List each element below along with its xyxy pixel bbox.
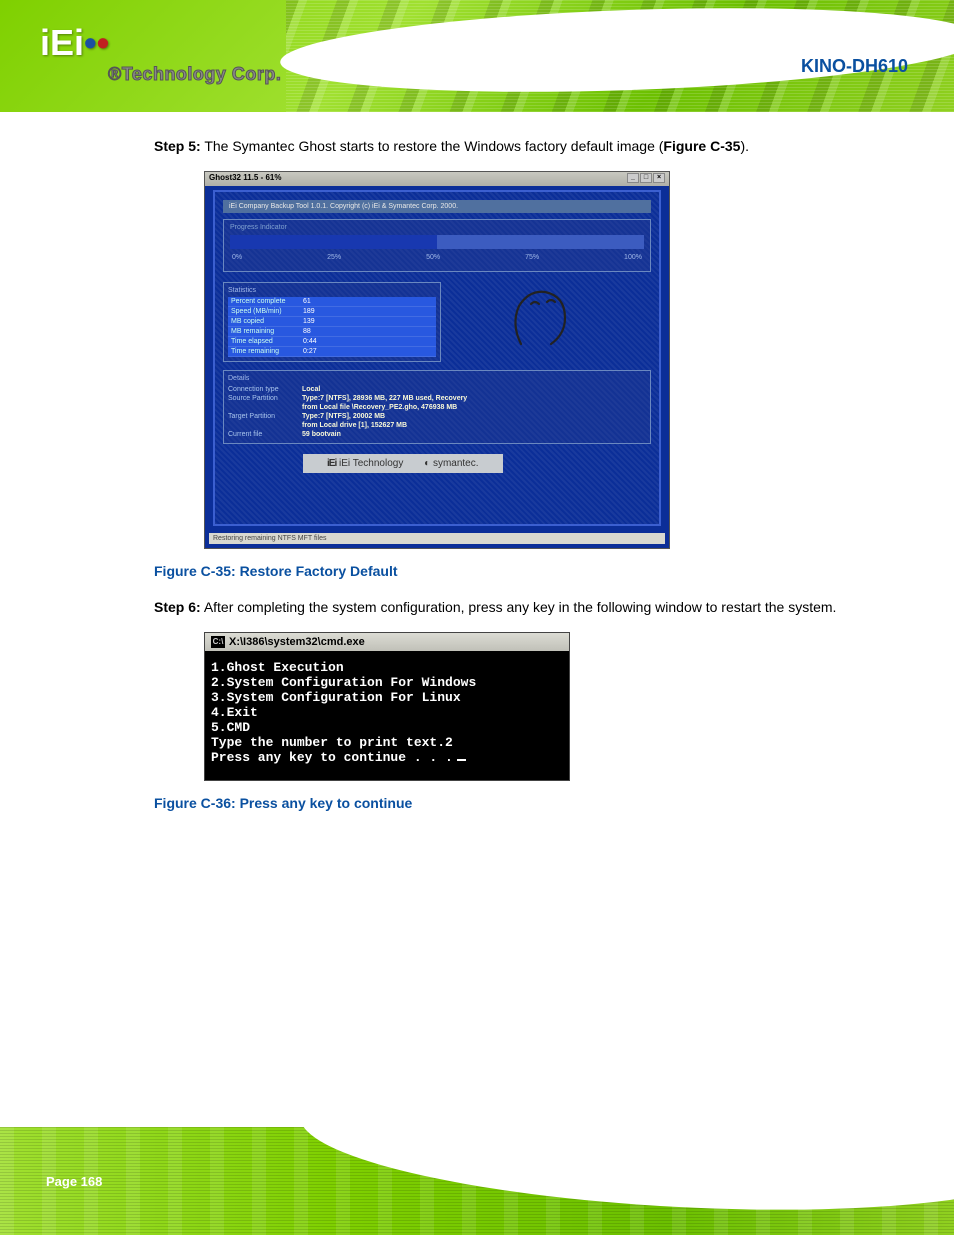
statistics-rows: Percent complete61 Speed (MB/min)189 MB …: [228, 297, 436, 357]
tick-0: 0%: [232, 254, 242, 261]
statistics-box: Statistics Percent complete61 Speed (MB/…: [223, 282, 441, 362]
detail-target-partition: Target PartitionType:7 [NTFS], 20002 MB: [228, 412, 646, 421]
logo-dot-blue: •: [84, 22, 97, 63]
bottom-swoosh: [297, 1127, 954, 1227]
board-title: KINO-DH610: [801, 56, 908, 77]
progress-fill: [230, 235, 437, 249]
step-5-label: Step 5:: [154, 138, 201, 154]
page-number: Page 168: [46, 1174, 102, 1189]
cmd-cursor: [457, 759, 466, 761]
stat-time-remaining: Time remaining0:27: [228, 347, 436, 357]
detail-current-file: Current file59 bootvain: [228, 430, 646, 439]
ghost-inner-panel: iEi Company Backup Tool 1.0.1. Copyright…: [213, 190, 661, 526]
window-control-buttons: _ □ ×: [627, 173, 665, 185]
cmd-line-7: Press any key to continue . . .: [211, 750, 453, 765]
minimize-icon: _: [627, 173, 639, 183]
banner-swoosh: [279, 0, 954, 102]
details-box: Details Connection typeLocal Source Part…: [223, 370, 651, 444]
progress-box: Progress Indicator 0% 25% 50% 75% 100%: [223, 219, 651, 272]
ghost-icon: [501, 284, 581, 354]
detail-source-partition: Source PartitionType:7 [NTFS], 28936 MB,…: [228, 394, 646, 403]
stat-speed: Speed (MB/min)189: [228, 307, 436, 317]
brand-logo-text: iEi: [40, 22, 84, 63]
cmd-titlebar: C:\ X:\I386\system32\cmd.exe: [205, 633, 569, 651]
maximize-icon: □: [640, 173, 652, 183]
step-6-text: After completing the system configuratio…: [204, 599, 837, 615]
details-title: Details: [228, 375, 646, 382]
cmd-title: X:\I386\system32\cmd.exe: [229, 636, 365, 648]
tick-25: 25%: [327, 254, 341, 261]
ghost-header: iEi Company Backup Tool 1.0.1. Copyright…: [223, 200, 651, 213]
stat-time-elapsed: Time elapsed0:44: [228, 337, 436, 347]
bottom-banner: [0, 1127, 954, 1235]
ghost-logo-area: [451, 282, 651, 362]
tick-100: 100%: [624, 254, 642, 261]
figure-c35-caption: Figure C-35: Restore Factory Default: [154, 563, 874, 579]
step-5-line: Step 5: The Symantec Ghost starts to res…: [154, 136, 874, 157]
cmd-line-1: 1.Ghost Execution: [211, 660, 344, 675]
figure-c36-caption: Figure C-36: Press any key to continue: [154, 795, 874, 811]
cmd-line-2: 2.System Configuration For Windows: [211, 675, 476, 690]
cmd-body: 1.Ghost Execution 2.System Configuration…: [205, 651, 569, 780]
page-content: Step 5: The Symantec Ghost starts to res…: [154, 130, 874, 829]
tick-50: 50%: [426, 254, 440, 261]
cmd-line-6: Type the number to print text.2: [211, 735, 453, 750]
progress-bar: [230, 235, 644, 249]
ghost-window-title: Ghost32 11.5 - 61%: [209, 173, 281, 185]
detail-target-partition-2: from Local drive [1], 152627 MB: [228, 421, 646, 430]
cmd-icon: C:\: [211, 636, 225, 648]
step-6-label: Step 6:: [154, 599, 201, 615]
progress-ticks: 0% 25% 50% 75% 100%: [230, 254, 644, 261]
brand-subtitle: ®Technology Corp.: [108, 64, 281, 85]
stat-mb-copied: MB copied139: [228, 317, 436, 327]
logo-dot-red: •: [97, 22, 110, 63]
detail-connection-type: Connection typeLocal: [228, 385, 646, 394]
ghost-statusbar: Restoring remaining NTFS MFT files: [209, 533, 665, 544]
symantec-swirl-icon: ◐: [424, 458, 430, 469]
progress-label: Progress Indicator: [230, 224, 644, 231]
statistics-title: Statistics: [228, 287, 436, 294]
ghost-footer-logos: iEi iEi Technology ◐ symantec.: [303, 454, 503, 473]
iei-small-logo: iEi: [327, 458, 336, 469]
figure-c35-screenshot: Ghost32 11.5 - 61% _ □ × iEi Company Bac…: [204, 171, 670, 549]
symantec-label: symantec.: [433, 458, 479, 469]
cmd-line-5: 5.CMD: [211, 720, 250, 735]
step-6-line: Step 6: After completing the system conf…: [154, 597, 874, 618]
step-5-text: The Symantec Ghost starts to restore the…: [204, 138, 749, 154]
cmd-line-4: 4.Exit: [211, 705, 258, 720]
brand-logo: iEi••: [40, 22, 109, 64]
ghost-window-titlebar: Ghost32 11.5 - 61% _ □ ×: [205, 172, 669, 186]
stat-mb-remaining: MB remaining88: [228, 327, 436, 337]
tick-75: 75%: [525, 254, 539, 261]
mid-row: Statistics Percent complete61 Speed (MB/…: [223, 282, 651, 362]
cmd-line-3: 3.System Configuration For Linux: [211, 690, 461, 705]
stat-percent-complete: Percent complete61: [228, 297, 436, 307]
detail-source-partition-2: from Local file \Recovery_PE2.gho, 47693…: [228, 403, 646, 412]
figure-c36-screenshot: C:\ X:\I386\system32\cmd.exe 1.Ghost Exe…: [204, 632, 570, 781]
iei-technology-label: iEi Technology: [339, 458, 403, 469]
close-icon: ×: [653, 173, 665, 183]
